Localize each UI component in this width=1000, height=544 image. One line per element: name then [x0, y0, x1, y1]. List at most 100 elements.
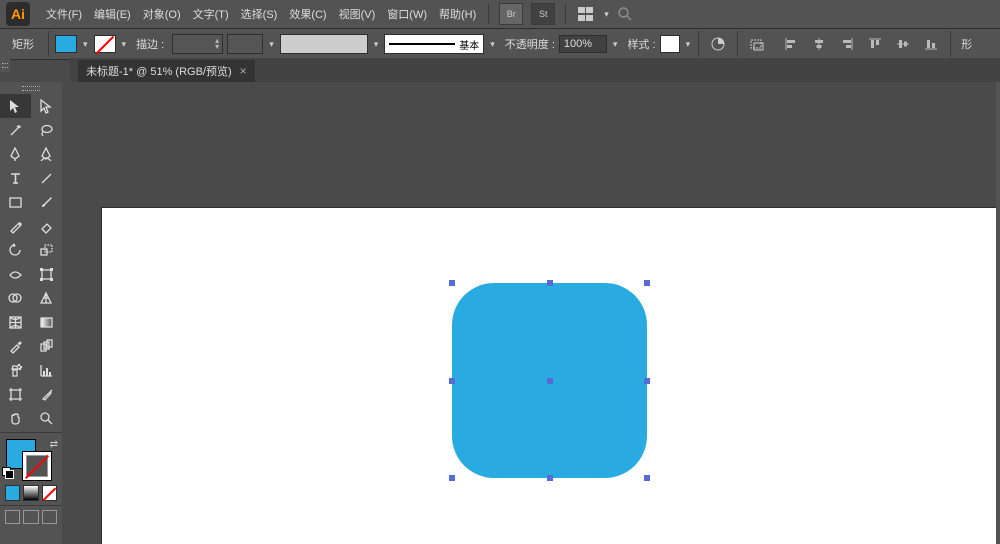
chevron-down-icon[interactable]: ▾	[611, 39, 620, 50]
eyedropper-tool[interactable]	[0, 334, 31, 358]
draw-mode-row	[0, 508, 62, 526]
fill-stroke-control[interactable]: ⇄	[2, 437, 60, 479]
symbol-sprayer-tool[interactable]	[0, 358, 31, 382]
align-left-button[interactable]	[778, 32, 804, 56]
line-segment-tool[interactable]	[31, 166, 62, 190]
artboard-tool[interactable]	[0, 382, 31, 406]
chevron-down-icon[interactable]: ▾	[488, 39, 497, 50]
arrange-documents-icon[interactable]	[578, 7, 596, 21]
align-vcenter-button[interactable]	[890, 32, 916, 56]
menu-edit[interactable]: 编辑(E)	[94, 6, 131, 22]
tools-panel: ⇄	[0, 82, 63, 544]
right-panel-edge	[996, 82, 1000, 544]
draw-inside[interactable]	[42, 510, 57, 524]
menu-effect[interactable]: 效果(C)	[289, 6, 326, 22]
selection-type-label: 矩形	[4, 36, 42, 52]
handle-bottom-right[interactable]	[644, 475, 650, 481]
align-top-button[interactable]	[862, 32, 888, 56]
magic-wand-tool[interactable]	[0, 118, 31, 142]
blend-tool[interactable]	[31, 334, 62, 358]
stroke-color-icon[interactable]	[22, 451, 52, 481]
color-mode-gradient[interactable]	[23, 485, 38, 501]
search-icon[interactable]	[617, 6, 633, 22]
isolate-button[interactable]	[744, 32, 770, 56]
handle-top-left[interactable]	[449, 280, 455, 286]
color-mode-none[interactable]	[42, 485, 57, 501]
menu-file[interactable]: 文件(F)	[46, 6, 82, 22]
align-button-group	[778, 32, 944, 56]
gradient-tool[interactable]	[31, 310, 62, 334]
menu-bar: Ai 文件(F) 编辑(E) 对象(O) 文字(T) 选择(S) 效果(C) 视…	[0, 0, 1000, 28]
draw-normal[interactable]	[5, 510, 20, 524]
divider	[488, 4, 489, 24]
artboard[interactable]	[102, 208, 996, 544]
mesh-tool[interactable]	[0, 310, 31, 334]
handle-bottom-left[interactable]	[449, 475, 455, 481]
stroke-weight-field[interactable]: ▴▾	[172, 34, 223, 54]
chevron-down-icon[interactable]: ▾	[267, 39, 276, 50]
align-right-button[interactable]	[834, 32, 860, 56]
document-tab-title: 未标题-1* @ 51% (RGB/预览)	[86, 63, 232, 79]
menu-view[interactable]: 视图(V)	[339, 6, 376, 22]
graphic-style-swatch[interactable]	[660, 35, 680, 53]
document-tab-bar: 未标题-1* @ 51% (RGB/预览) ×	[70, 58, 1000, 82]
scale-tool[interactable]	[31, 238, 62, 262]
column-graph-tool[interactable]	[31, 358, 62, 382]
menu-help[interactable]: 帮助(H)	[439, 6, 476, 22]
rotate-tool[interactable]	[0, 238, 31, 262]
default-fill-stroke-icon[interactable]	[2, 467, 14, 479]
chevron-down-icon[interactable]: ▾	[684, 39, 693, 50]
document-tab[interactable]: 未标题-1* @ 51% (RGB/预览) ×	[78, 60, 255, 82]
perspective-grid-tool[interactable]	[31, 286, 62, 310]
transform-label-cut[interactable]: 形	[961, 36, 972, 52]
swap-fill-stroke-icon[interactable]: ⇄	[50, 439, 58, 450]
panel-grip[interactable]	[0, 84, 62, 92]
brush-basic[interactable]: 基本	[384, 34, 484, 54]
recolor-artwork-button[interactable]	[705, 32, 731, 56]
draw-behind[interactable]	[23, 510, 38, 524]
chevron-down-icon[interactable]: ▾	[81, 39, 90, 50]
bridge-button[interactable]: Br	[499, 3, 523, 25]
shaper-tool[interactable]	[0, 214, 31, 238]
brush-definition[interactable]	[280, 34, 368, 54]
menu-select[interactable]: 选择(S)	[241, 6, 278, 22]
width-tool[interactable]	[0, 262, 31, 286]
chevron-down-icon[interactable]: ▾	[120, 39, 129, 50]
align-bottom-button[interactable]	[918, 32, 944, 56]
close-tab-button[interactable]: ×	[240, 64, 247, 78]
curvature-tool[interactable]	[31, 142, 62, 166]
paintbrush-tool[interactable]	[31, 190, 62, 214]
direct-selection-tool[interactable]	[31, 94, 62, 118]
color-mode-solid[interactable]	[5, 485, 20, 501]
slice-tool[interactable]	[31, 382, 62, 406]
menu-window[interactable]: 窗口(W)	[387, 6, 427, 22]
divider	[950, 31, 951, 57]
rectangle-tool[interactable]	[0, 190, 31, 214]
eraser-tool[interactable]	[31, 214, 62, 238]
stock-button[interactable]: St	[531, 3, 555, 25]
chevron-down-icon[interactable]: ▾	[372, 39, 381, 50]
stroke-label: 描边 :	[136, 36, 164, 52]
hand-tool[interactable]	[0, 406, 31, 430]
opacity-field[interactable]: 100%	[559, 35, 607, 53]
free-transform-tool[interactable]	[31, 262, 62, 286]
lasso-tool[interactable]	[31, 118, 62, 142]
pen-tool[interactable]	[0, 142, 31, 166]
shape-builder-tool[interactable]	[0, 286, 31, 310]
fill-swatch[interactable]	[55, 35, 77, 53]
rounded-rectangle-shape[interactable]	[452, 283, 647, 478]
zoom-tool[interactable]	[31, 406, 62, 430]
type-tool[interactable]	[0, 166, 31, 190]
menu-type[interactable]: 文字(T)	[193, 6, 229, 22]
menu-object[interactable]: 对象(O)	[143, 6, 181, 22]
selection-tool[interactable]	[0, 94, 31, 118]
divider	[565, 4, 566, 24]
chevron-down-icon[interactable]: ▾	[604, 9, 609, 20]
variable-width-profile[interactable]	[227, 34, 263, 54]
stroke-swatch[interactable]	[94, 35, 116, 53]
handle-top-right[interactable]	[644, 280, 650, 286]
panel-grip[interactable]	[0, 58, 10, 72]
align-hcenter-button[interactable]	[806, 32, 832, 56]
canvas[interactable]	[62, 82, 996, 544]
divider	[737, 31, 738, 57]
